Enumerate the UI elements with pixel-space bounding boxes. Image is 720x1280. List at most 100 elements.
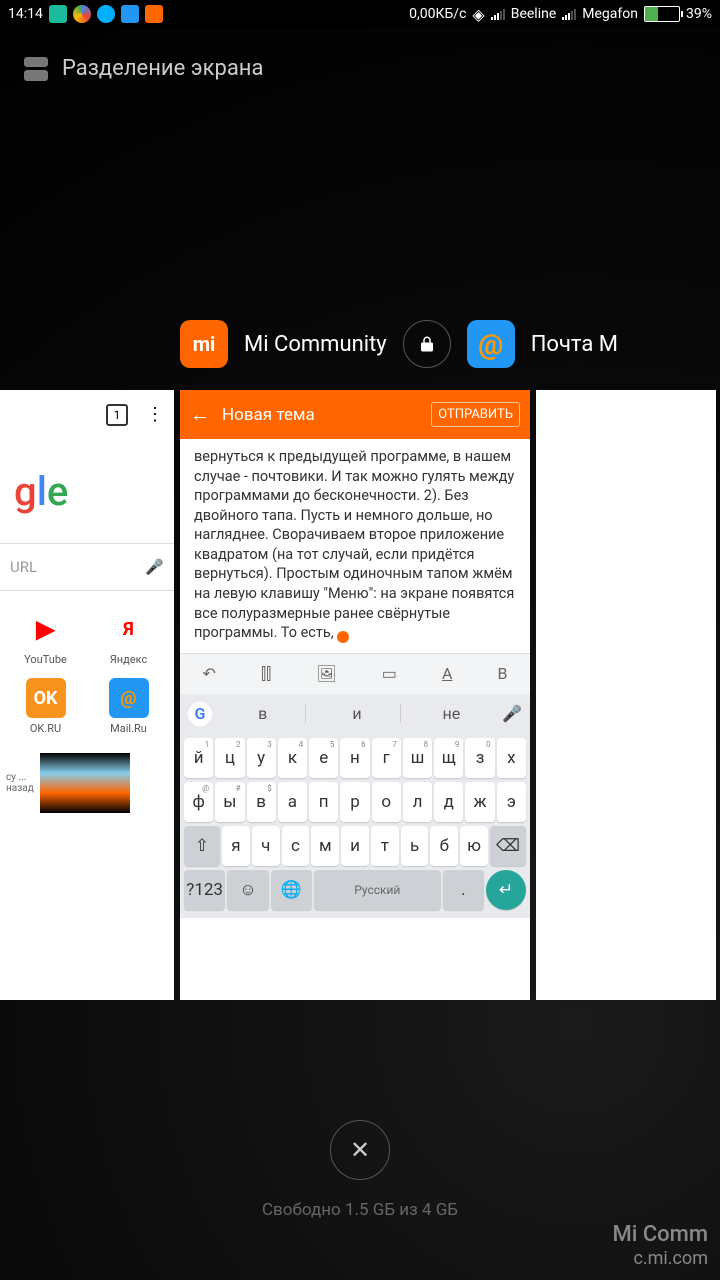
news-card[interactable]: су ... назад bbox=[0, 753, 174, 813]
shift-key[interactable]: ⇧ bbox=[184, 826, 220, 866]
suggest-3[interactable]: не bbox=[409, 704, 494, 723]
keyboard: й1ц2у3к4е5н6г7ш8щ9з0х ф@ы#в$апролджэ ⇧ я… bbox=[180, 734, 530, 918]
close-icon: ✕ bbox=[350, 1136, 370, 1164]
wifi-icon: ◈ bbox=[472, 5, 484, 24]
key-а[interactable]: а bbox=[278, 782, 307, 822]
key-б[interactable]: б bbox=[430, 826, 458, 866]
key-и[interactable]: и bbox=[341, 826, 369, 866]
mi-community-icon: mi bbox=[180, 320, 228, 368]
key-ц[interactable]: ц2 bbox=[215, 738, 244, 778]
key-д[interactable]: д bbox=[434, 782, 463, 822]
key-г[interactable]: г7 bbox=[372, 738, 401, 778]
voice-input-icon[interactable]: 🎤 bbox=[502, 704, 522, 723]
text-cursor[interactable] bbox=[337, 631, 349, 643]
key-з[interactable]: з0 bbox=[465, 738, 494, 778]
language-key[interactable]: 🌐 bbox=[271, 870, 312, 910]
key-щ[interactable]: щ9 bbox=[434, 738, 463, 778]
period-key[interactable]: . bbox=[443, 870, 484, 910]
menu-icon[interactable]: ⋮ bbox=[146, 404, 164, 426]
key-ю[interactable]: ю bbox=[460, 826, 488, 866]
split-screen-icon bbox=[24, 57, 48, 81]
mic-icon[interactable]: 🎤 bbox=[145, 558, 164, 576]
chrome-omnibox[interactable]: URL 🎤 bbox=[0, 543, 174, 591]
post-header-title: Новая тема bbox=[222, 405, 315, 425]
data-rate: 0,00КБ/с bbox=[409, 6, 466, 22]
split-screen-button[interactable]: Разделение экрана bbox=[0, 28, 720, 109]
key-й[interactable]: й1 bbox=[184, 738, 213, 778]
key-л[interactable]: л bbox=[403, 782, 432, 822]
image-icon[interactable]: 🖼 bbox=[316, 664, 336, 684]
shortcut-mailru[interactable]: @Mail.Ru bbox=[93, 678, 164, 735]
key-е[interactable]: е5 bbox=[309, 738, 338, 778]
key-р[interactable]: р bbox=[340, 782, 369, 822]
suggest-1[interactable]: в bbox=[220, 704, 306, 723]
recent-card-mi-community[interactable]: ← Новая тема ОТПРАВИТЬ вернуться к преды… bbox=[180, 390, 530, 1000]
mailru-icon: @ bbox=[467, 320, 515, 368]
send-button[interactable]: ОТПРАВИТЬ bbox=[431, 402, 520, 427]
chart-icon[interactable]: ⫿⫿ bbox=[261, 664, 271, 684]
status-bar: 14:14 0,00КБ/с ◈ Beeline Megafon 39% bbox=[0, 0, 720, 28]
key-у[interactable]: у3 bbox=[247, 738, 276, 778]
split-screen-label: Разделение экрана bbox=[62, 56, 263, 81]
key-т[interactable]: т bbox=[371, 826, 399, 866]
post-body[interactable]: вернуться к предыдущей программе, в наше… bbox=[180, 439, 530, 653]
google-logo: gle bbox=[0, 440, 174, 543]
key-п[interactable]: п bbox=[309, 782, 338, 822]
shortcut-youtube[interactable]: ▶YouTube bbox=[10, 609, 81, 666]
tab-count[interactable]: 1 bbox=[106, 404, 128, 426]
notif-icon-2 bbox=[121, 5, 139, 23]
key-х[interactable]: х bbox=[497, 738, 526, 778]
battery-pct: 39% bbox=[686, 6, 712, 22]
shortcut-yandex[interactable]: ЯЯндекс bbox=[93, 609, 164, 666]
status-time: 14:14 bbox=[8, 6, 43, 22]
app-title-mail: Почта M bbox=[531, 332, 618, 357]
spacebar[interactable]: Русский bbox=[314, 870, 441, 910]
quote-icon[interactable]: В bbox=[497, 664, 507, 684]
key-н[interactable]: н6 bbox=[340, 738, 369, 778]
lock-icon bbox=[418, 335, 436, 353]
signal-icon-2 bbox=[562, 8, 576, 20]
symbols-key[interactable]: ?123 bbox=[184, 870, 225, 910]
key-с[interactable]: с bbox=[282, 826, 310, 866]
app-notif-icon bbox=[49, 5, 67, 23]
key-ч[interactable]: ч bbox=[252, 826, 280, 866]
key-о[interactable]: о bbox=[372, 782, 401, 822]
editor-toolbar: ↶ ⫿⫿ 🖼 ▭ А В bbox=[180, 653, 530, 694]
key-я[interactable]: я bbox=[222, 826, 250, 866]
battery-icon bbox=[644, 6, 680, 22]
recent-card-mail[interactable] bbox=[536, 390, 716, 1000]
key-в[interactable]: в$ bbox=[247, 782, 276, 822]
video-icon[interactable]: ▭ bbox=[382, 664, 397, 684]
undo-icon[interactable]: ↶ bbox=[203, 664, 216, 684]
key-ь[interactable]: ь bbox=[401, 826, 429, 866]
suggest-2[interactable]: и bbox=[314, 704, 400, 723]
carrier-1: Beeline bbox=[511, 6, 557, 22]
chrome-icon bbox=[73, 5, 91, 23]
notif-icon bbox=[97, 5, 115, 23]
lock-button[interactable] bbox=[403, 320, 451, 368]
key-ф[interactable]: ф@ bbox=[184, 782, 213, 822]
key-ж[interactable]: ж bbox=[465, 782, 494, 822]
key-ш[interactable]: ш8 bbox=[403, 738, 432, 778]
shortcut-okru[interactable]: OKOK.RU bbox=[10, 678, 81, 735]
emoji-key[interactable]: ☺ bbox=[227, 870, 268, 910]
text-style-icon[interactable]: А bbox=[442, 664, 452, 684]
key-э[interactable]: э bbox=[497, 782, 526, 822]
carrier-2: Megafon bbox=[582, 6, 638, 22]
recent-card-chrome[interactable]: 1 ⋮ gle URL 🎤 ▶YouTube ЯЯндекс OKOK.RU @… bbox=[0, 390, 174, 1000]
key-к[interactable]: к4 bbox=[278, 738, 307, 778]
back-button[interactable]: ← bbox=[190, 402, 210, 427]
backspace-key[interactable]: ⌫ bbox=[490, 826, 526, 866]
close-all-button[interactable]: ✕ bbox=[330, 1120, 390, 1180]
signal-icon-1 bbox=[491, 8, 505, 20]
url-placeholder: URL bbox=[10, 558, 37, 576]
enter-key[interactable]: ↵ bbox=[486, 870, 526, 910]
google-suggest-icon[interactable]: G bbox=[188, 702, 212, 726]
key-ы[interactable]: ы# bbox=[215, 782, 244, 822]
free-memory-label: Свободно 1.5 GБ из 4 GБ bbox=[262, 1200, 458, 1220]
key-м[interactable]: м bbox=[311, 826, 339, 866]
notif-icon-3 bbox=[145, 5, 163, 23]
news-thumbnail bbox=[40, 753, 130, 813]
app-title-mi: Mi Community bbox=[244, 332, 387, 357]
keyboard-suggest-row: G в и не 🎤 bbox=[180, 694, 530, 734]
